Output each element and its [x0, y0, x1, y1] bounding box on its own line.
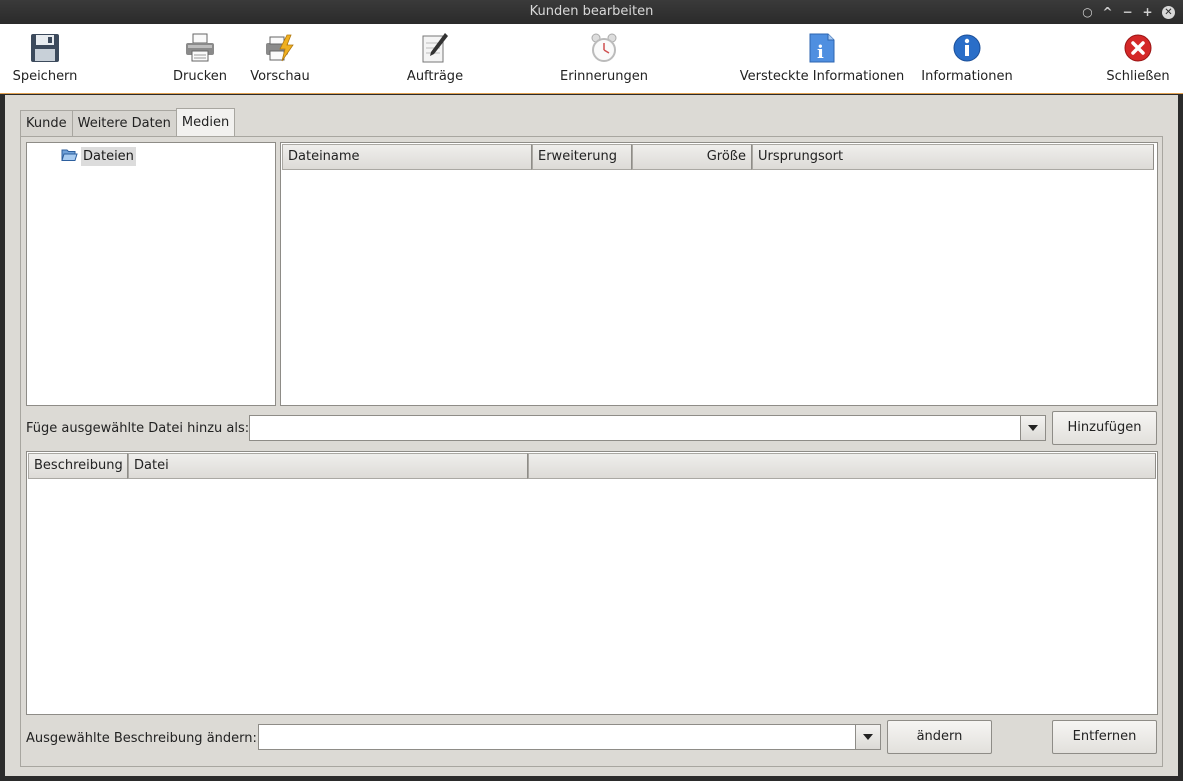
- printer-icon: [183, 31, 217, 65]
- change-button[interactable]: ändern: [887, 720, 992, 754]
- medien-panel: Dateien Dateiname Erweiterung Größe Ursp…: [20, 136, 1163, 767]
- add-as-label: Füge ausgewählte Datei hinzu als:: [26, 421, 250, 436]
- main-area: Kunde Weitere Daten Medien Dateien Datei…: [5, 95, 1178, 776]
- window-shade-icon[interactable]: ^: [1102, 0, 1113, 24]
- hidden-info-button[interactable]: i Versteckte Informationen: [738, 24, 906, 94]
- window-titlebar[interactable]: Kunden bearbeiten ○ ^ − + ✕: [0, 0, 1183, 24]
- column-header-datei[interactable]: Datei: [128, 453, 528, 479]
- tree-item-dateien[interactable]: Dateien: [61, 147, 136, 166]
- window-maximize-icon[interactable]: +: [1142, 0, 1153, 24]
- description-table[interactable]: Beschreibung Datei: [26, 451, 1158, 715]
- print-button[interactable]: Drucken: [170, 24, 230, 94]
- tab-kunde[interactable]: Kunde: [20, 110, 73, 136]
- info-document-icon: i: [805, 31, 839, 65]
- preview-button[interactable]: Vorschau: [248, 24, 312, 94]
- notepad-pencil-icon: [418, 31, 452, 65]
- column-header-dateiname[interactable]: Dateiname: [282, 144, 532, 170]
- close-red-icon: [1121, 31, 1155, 65]
- close-button[interactable]: Schließen: [1104, 24, 1172, 94]
- column-header-ursprungsort[interactable]: Ursprungsort: [752, 144, 1154, 170]
- tab-medien[interactable]: Medien: [175, 108, 236, 136]
- toolbar: Speichern Drucken Vorschau Aufträge Erin…: [0, 24, 1183, 94]
- files-table-header: Dateiname Erweiterung Größe Ursprungsort: [282, 144, 1154, 170]
- folder-tree[interactable]: Dateien: [26, 142, 276, 406]
- window-minimize-icon[interactable]: −: [1122, 0, 1133, 24]
- files-table[interactable]: Dateiname Erweiterung Größe Ursprungsort: [280, 142, 1158, 406]
- floppy-disk-icon: [28, 31, 62, 65]
- print-preview-icon: [263, 31, 297, 65]
- chevron-down-icon: [863, 734, 873, 740]
- window-menu-icon[interactable]: ○: [1082, 0, 1093, 24]
- information-button[interactable]: Informationen: [920, 24, 1014, 94]
- column-header-groesse[interactable]: Größe: [632, 144, 752, 170]
- information-label: Informationen: [921, 69, 1013, 84]
- window-controls: ○ ^ − + ✕: [1082, 0, 1175, 24]
- column-header-filler: [528, 453, 1156, 479]
- reminders-button[interactable]: Erinnerungen: [558, 24, 650, 94]
- remove-button[interactable]: Entfernen: [1052, 720, 1157, 754]
- column-header-erweiterung[interactable]: Erweiterung: [532, 144, 632, 170]
- tab-bar: Kunde Weitere Daten Medien: [20, 108, 236, 136]
- orders-label: Aufträge: [406, 69, 464, 84]
- chevron-down-icon: [1028, 425, 1038, 431]
- add-button[interactable]: Hinzufügen: [1052, 411, 1157, 445]
- description-table-header: Beschreibung Datei: [28, 453, 1156, 479]
- window-close-icon[interactable]: ✕: [1162, 5, 1175, 19]
- info-circle-icon: [950, 31, 984, 65]
- preview-label: Vorschau: [250, 69, 310, 84]
- hidden-info-label: Versteckte Informationen: [739, 69, 905, 84]
- change-description-label: Ausgewählte Beschreibung ändern:: [26, 731, 257, 746]
- tree-item-label: Dateien: [81, 147, 136, 166]
- folder-open-icon: [61, 148, 78, 166]
- add-as-dropdown-button[interactable]: [1020, 415, 1046, 441]
- reminders-label: Erinnerungen: [560, 69, 648, 84]
- alarm-clock-icon: [587, 31, 621, 65]
- svg-text:i: i: [817, 42, 824, 63]
- save-label: Speichern: [12, 69, 78, 84]
- orders-button[interactable]: Aufträge: [404, 24, 466, 94]
- change-description-combobox[interactable]: [258, 724, 856, 750]
- column-header-beschreibung[interactable]: Beschreibung: [28, 453, 128, 479]
- add-as-combobox[interactable]: [249, 415, 1021, 441]
- tab-weitere-daten[interactable]: Weitere Daten: [71, 110, 177, 136]
- close-label: Schließen: [1106, 69, 1170, 84]
- save-button[interactable]: Speichern: [12, 24, 78, 94]
- change-description-dropdown-button[interactable]: [855, 724, 881, 750]
- window-title: Kunden bearbeiten: [529, 4, 654, 19]
- print-label: Drucken: [172, 69, 228, 84]
